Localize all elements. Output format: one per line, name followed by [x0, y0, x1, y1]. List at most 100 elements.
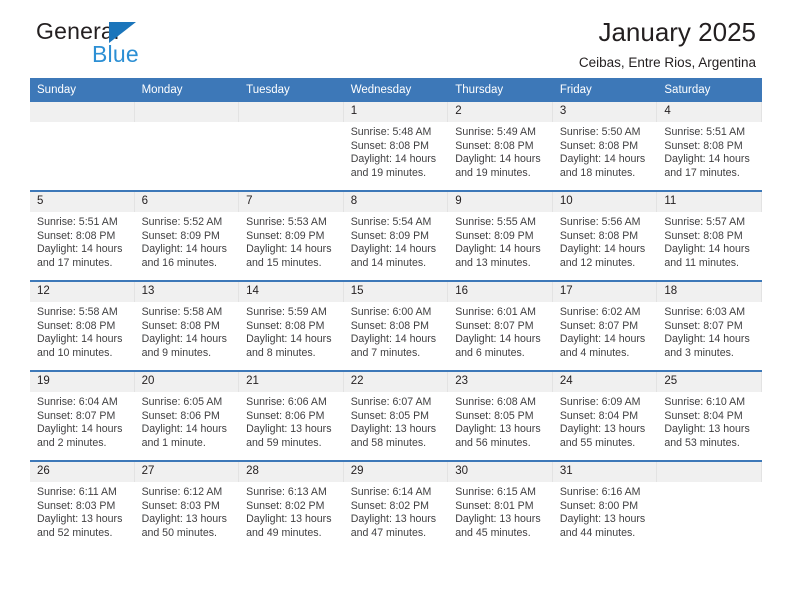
calendar-week-row: 5 Sunrise: 5:51 AM Sunset: 8:08 PM Daylight… — [30, 190, 762, 281]
calendar-day-cell[interactable]: 11 Sunrise: 5:57 AM Sunset: 8:08 PM Dayligh… — [657, 190, 762, 281]
day-details: Sunrise: 5:51 AM Sunset: 8:08 PM Daylight:… — [30, 212, 135, 270]
sunrise-text: Sunrise: 5:51 AM — [664, 126, 746, 138]
sunrise-text: Sunrise: 5:48 AM — [350, 126, 432, 138]
day-number: 25 — [657, 372, 762, 392]
calendar-head: Sunday Monday Tuesday Wednesday Thursday… — [30, 78, 762, 102]
calendar-day-cell[interactable]: 18 Sunrise: 6:03 AM Sunset: 8:07 PM Dayligh… — [657, 280, 762, 371]
day-details: Sunrise: 6:06 AM Sunset: 8:06 PM Daylight:… — [239, 392, 344, 450]
page-title: January 2025 — [598, 17, 756, 47]
sunset-text: Sunset: 8:07 PM — [664, 319, 743, 332]
sunset-text: Sunset: 8:08 PM — [141, 319, 220, 332]
daylight-text: Daylight: 13 hours and 50 minutes. — [141, 513, 227, 539]
calendar-page: General Blue January 2025 Ceibas, Entre … — [0, 0, 792, 612]
calendar-day-cell[interactable]: 31 Sunrise: 6:16 AM Sunset: 8:00 PM Dayligh… — [552, 460, 658, 550]
calendar-day-cell[interactable]: 12 Sunrise: 5:58 AM Sunset: 8:08 PM Dayligh… — [30, 280, 135, 371]
sunset-text: Sunset: 8:08 PM — [350, 319, 430, 332]
sunset-text: Sunset: 8:00 PM — [559, 499, 639, 512]
calendar-day-cell[interactable]: 29 Sunrise: 6:14 AM Sunset: 8:02 PM Dayligh… — [343, 460, 449, 550]
daylight-text: Daylight: 13 hours and 44 minutes. — [559, 513, 646, 539]
daylight-text: Daylight: 13 hours and 47 minutes. — [350, 513, 437, 539]
calendar-day-cell[interactable]: 15 Sunrise: 6:00 AM Sunset: 8:08 PM Dayligh… — [343, 280, 449, 371]
day-number: 29 — [343, 462, 449, 482]
calendar-day-cell[interactable]: 16 Sunrise: 6:01 AM Sunset: 8:07 PM Dayligh… — [448, 280, 553, 371]
calendar-day-cell[interactable]: 5 Sunrise: 5:51 AM Sunset: 8:08 PM Daylight… — [30, 190, 135, 281]
day-number — [134, 102, 240, 122]
day-number: 2 — [448, 102, 553, 122]
daylight-text: Daylight: 14 hours and 17 minutes. — [37, 243, 123, 269]
calendar-day-cell[interactable]: 14 Sunrise: 5:59 AM Sunset: 8:08 PM Dayligh… — [239, 280, 344, 371]
day-number: 9 — [448, 192, 553, 212]
day-number: 10 — [552, 192, 658, 212]
sunset-text: Sunset: 8:08 PM — [350, 139, 430, 152]
sunrise-text: Sunrise: 5:58 AM — [141, 306, 223, 318]
page-header: General Blue January 2025 Ceibas, Entre … — [30, 0, 762, 78]
daylight-text: Daylight: 14 hours and 8 minutes. — [246, 333, 332, 359]
sunset-text: Sunset: 8:04 PM — [664, 409, 743, 422]
daylight-text: Daylight: 14 hours and 13 minutes. — [455, 243, 541, 269]
daylight-text: Daylight: 14 hours and 1 minute. — [141, 423, 227, 449]
day-details: Sunrise: 5:58 AM Sunset: 8:08 PM Daylight:… — [30, 302, 135, 360]
sunrise-text: Sunrise: 6:09 AM — [559, 396, 641, 408]
calendar-day-cell[interactable]: 22 Sunrise: 6:07 AM Sunset: 8:05 PM Dayligh… — [343, 370, 449, 461]
calendar-day-cell[interactable]: 27 Sunrise: 6:12 AM Sunset: 8:03 PM Dayligh… — [134, 460, 240, 550]
daylight-text: Daylight: 14 hours and 9 minutes. — [141, 333, 227, 359]
daylight-text: Daylight: 14 hours and 6 minutes. — [455, 333, 541, 359]
calendar-day-cell[interactable]: 28 Sunrise: 6:13 AM Sunset: 8:02 PM Dayligh… — [239, 460, 344, 550]
sunrise-text: Sunrise: 5:54 AM — [350, 216, 432, 228]
calendar-day-cell[interactable]: 1 Sunrise: 5:48 AM Sunset: 8:08 PM Daylight… — [343, 102, 449, 191]
calendar-day-cell[interactable]: 26 Sunrise: 6:11 AM Sunset: 8:03 PM Dayligh… — [30, 460, 135, 550]
sunset-text: Sunset: 8:03 PM — [141, 499, 220, 512]
day-number: 26 — [30, 462, 135, 482]
calendar-day-cell-empty — [134, 102, 240, 191]
calendar-day-cell[interactable]: 30 Sunrise: 6:15 AM Sunset: 8:01 PM Dayligh… — [448, 460, 553, 550]
sunrise-text: Sunrise: 5:49 AM — [455, 126, 536, 138]
calendar-day-cell[interactable]: 9 Sunrise: 5:55 AM Sunset: 8:09 PM Daylight… — [448, 190, 553, 281]
day-number: 4 — [657, 102, 762, 122]
day-number: 6 — [134, 192, 240, 212]
day-number — [657, 462, 762, 482]
calendar-day-cell[interactable]: 7 Sunrise: 5:53 AM Sunset: 8:09 PM Daylight… — [239, 190, 344, 281]
weekday-header-tuesday: Tuesday — [239, 78, 344, 102]
sunrise-text: Sunrise: 5:58 AM — [37, 306, 118, 318]
logo-triangle-icon — [109, 22, 136, 43]
calendar-day-cell[interactable]: 8 Sunrise: 5:54 AM Sunset: 8:09 PM Daylight… — [343, 190, 449, 281]
sunset-text: Sunset: 8:01 PM — [455, 499, 534, 512]
calendar-day-cell[interactable]: 13 Sunrise: 5:58 AM Sunset: 8:08 PM Dayligh… — [134, 280, 240, 371]
daylight-text: Daylight: 14 hours and 17 minutes. — [664, 153, 750, 179]
calendar-day-cell[interactable]: 24 Sunrise: 6:09 AM Sunset: 8:04 PM Dayligh… — [552, 370, 658, 461]
daylight-text: Daylight: 14 hours and 10 minutes. — [37, 333, 123, 359]
day-number: 17 — [552, 282, 658, 302]
calendar-day-cell[interactable]: 20 Sunrise: 6:05 AM Sunset: 8:06 PM Dayligh… — [134, 370, 240, 461]
daylight-text: Daylight: 14 hours and 19 minutes. — [455, 153, 541, 179]
day-details: Sunrise: 6:10 AM Sunset: 8:04 PM Daylight:… — [657, 392, 762, 450]
calendar-day-cell[interactable]: 17 Sunrise: 6:02 AM Sunset: 8:07 PM Dayligh… — [552, 280, 658, 371]
calendar-day-cell[interactable]: 23 Sunrise: 6:08 AM Sunset: 8:05 PM Dayligh… — [448, 370, 553, 461]
calendar-day-cell[interactable]: 3 Sunrise: 5:50 AM Sunset: 8:08 PM Daylight… — [552, 102, 658, 191]
sunset-text: Sunset: 8:04 PM — [559, 409, 639, 422]
day-number: 1 — [343, 102, 449, 122]
daylight-text: Daylight: 14 hours and 4 minutes. — [559, 333, 646, 359]
sunrise-text: Sunrise: 5:59 AM — [246, 306, 327, 318]
sunset-text: Sunset: 8:07 PM — [455, 319, 534, 332]
sunrise-text: Sunrise: 5:55 AM — [455, 216, 536, 228]
calendar-day-cell[interactable]: 4 Sunrise: 5:51 AM Sunset: 8:08 PM Daylight… — [657, 102, 762, 191]
calendar-day-cell[interactable]: 6 Sunrise: 5:52 AM Sunset: 8:09 PM Daylight… — [134, 190, 240, 281]
daylight-text: Daylight: 14 hours and 2 minutes. — [37, 423, 123, 449]
day-details: Sunrise: 5:49 AM Sunset: 8:08 PM Daylight:… — [448, 122, 553, 180]
daylight-text: Daylight: 14 hours and 11 minutes. — [664, 243, 750, 269]
sunset-text: Sunset: 8:08 PM — [559, 229, 639, 242]
sunrise-text: Sunrise: 5:57 AM — [664, 216, 746, 228]
calendar-day-cell[interactable]: 25 Sunrise: 6:10 AM Sunset: 8:04 PM Dayligh… — [657, 370, 762, 461]
calendar-day-cell[interactable]: 21 Sunrise: 6:06 AM Sunset: 8:06 PM Dayligh… — [239, 370, 344, 461]
calendar-day-cell[interactable]: 19 Sunrise: 6:04 AM Sunset: 8:07 PM Dayligh… — [30, 370, 135, 461]
sunset-text: Sunset: 8:09 PM — [350, 229, 430, 242]
sunset-text: Sunset: 8:08 PM — [664, 229, 743, 242]
day-details: Sunrise: 6:09 AM Sunset: 8:04 PM Daylight:… — [553, 392, 658, 450]
weekday-header-monday: Monday — [134, 78, 240, 102]
calendar-day-cell[interactable]: 10 Sunrise: 5:56 AM Sunset: 8:08 PM Dayligh… — [552, 190, 658, 281]
general-blue-logo: General Blue — [36, 18, 236, 74]
daylight-text: Daylight: 14 hours and 14 minutes. — [350, 243, 437, 269]
day-number: 13 — [134, 282, 240, 302]
calendar-day-cell[interactable]: 2 Sunrise: 5:49 AM Sunset: 8:08 PM Daylight… — [448, 102, 553, 191]
day-details: Sunrise: 5:50 AM Sunset: 8:08 PM Daylight:… — [553, 122, 658, 180]
